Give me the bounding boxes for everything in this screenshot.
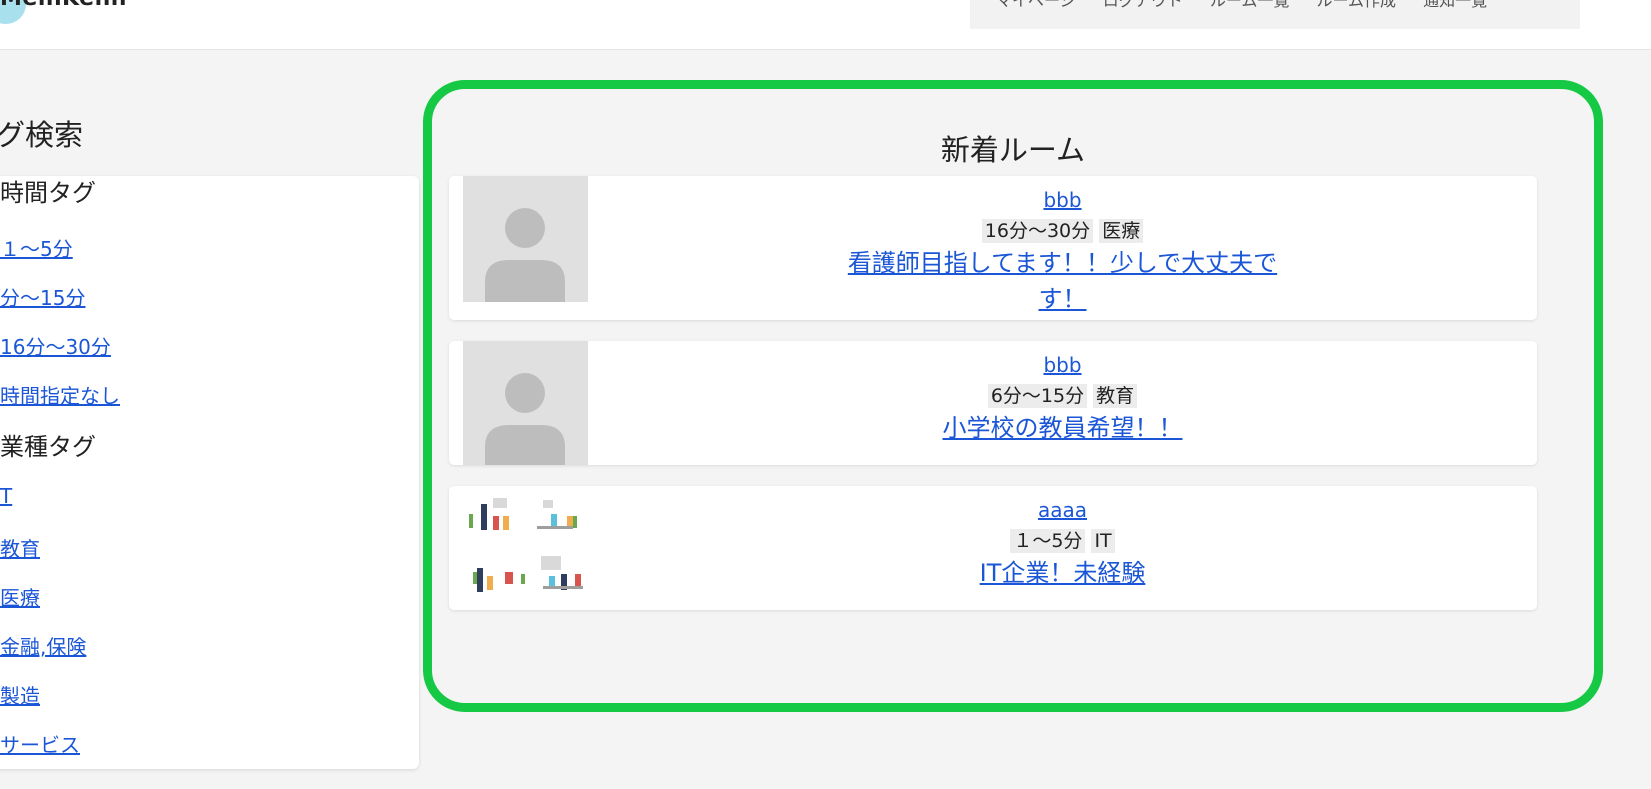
room-card[interactable]: aaaa １〜5分 IT IT企業！未経験 <box>449 486 1537 610</box>
tag-link-manufacturing[interactable]: 製造 <box>0 680 40 709</box>
tag-link-it[interactable]: T <box>0 484 12 508</box>
room-title-link[interactable]: 看護師目指してます！！少しで大丈夫です！ <box>848 245 1278 317</box>
time-tag: １〜5分 <box>1010 529 1086 553</box>
tag-link-time-16-30[interactable]: 16分〜30分 <box>0 331 111 360</box>
tag-search-panel: 時間タグ １〜5分 分〜15分 16分〜30分 時間指定なし 業種タグ T 教育… <box>0 176 419 769</box>
tag-link-education[interactable]: 教育 <box>0 533 40 562</box>
top-header: MeihKehh マイページ ログアウト ルーム一覧 ルーム作成 通知一覧 <box>0 0 1651 50</box>
industry-tag: 医療 <box>1099 219 1144 243</box>
nav-item-room-create[interactable]: ルーム作成 <box>1317 0 1397 10</box>
new-rooms-section: 新着ルーム bbb 16分〜30分 医療 看護師目指してます！！少しで大丈夫です… <box>423 80 1603 712</box>
new-rooms-title: 新着ルーム <box>940 133 1086 167</box>
room-card[interactable]: bbb 16分〜30分 医療 看護師目指してます！！少しで大丈夫です！ <box>449 176 1537 320</box>
room-user-link[interactable]: bbb <box>1043 188 1081 212</box>
tag-link-time-1-5[interactable]: １〜5分 <box>0 233 73 262</box>
room-user-link[interactable]: aaaa <box>1038 498 1087 522</box>
site-logo[interactable]: MeihKehh <box>0 0 127 11</box>
room-user-link[interactable]: bbb <box>1043 353 1081 377</box>
time-tag: 6分〜15分 <box>987 384 1088 408</box>
avatar-placeholder-icon[interactable] <box>463 176 588 302</box>
nav-bar: マイページ ログアウト ルーム一覧 ルーム作成 通知一覧 <box>970 0 1580 29</box>
tag-link-time-none[interactable]: 時間指定なし <box>0 380 120 409</box>
nav-item-room-list[interactable]: ルーム一覧 <box>1210 0 1290 10</box>
office-illustration-icon[interactable] <box>463 486 588 610</box>
nav-item-logout[interactable]: ログアウト <box>1103 0 1183 10</box>
tag-search-title: グ検索 <box>0 118 84 152</box>
industry-tag: 教育 <box>1093 384 1138 408</box>
industry-tag: IT <box>1091 529 1115 553</box>
time-tag: 16分〜30分 <box>981 219 1094 243</box>
tag-link-time-6-15[interactable]: 分〜15分 <box>0 282 85 311</box>
tag-link-medical[interactable]: 医療 <box>0 582 40 611</box>
tag-link-finance[interactable]: 金融,保険 <box>0 631 86 660</box>
room-card[interactable]: bbb 6分〜15分 教育 小学校の教員希望！！ <box>449 341 1537 465</box>
tag-link-service[interactable]: サービス <box>0 729 80 758</box>
nav-item-mypage[interactable]: マイページ <box>996 0 1076 10</box>
room-title-link[interactable]: 小学校の教員希望！！ <box>848 410 1278 446</box>
industry-tag-heading: 業種タグ <box>0 433 96 461</box>
room-title-link[interactable]: IT企業！未経験 <box>848 555 1278 591</box>
time-tag-heading: 時間タグ <box>0 179 96 207</box>
nav-item-notifications[interactable]: 通知一覧 <box>1423 0 1487 10</box>
avatar-placeholder-icon[interactable] <box>463 341 588 465</box>
